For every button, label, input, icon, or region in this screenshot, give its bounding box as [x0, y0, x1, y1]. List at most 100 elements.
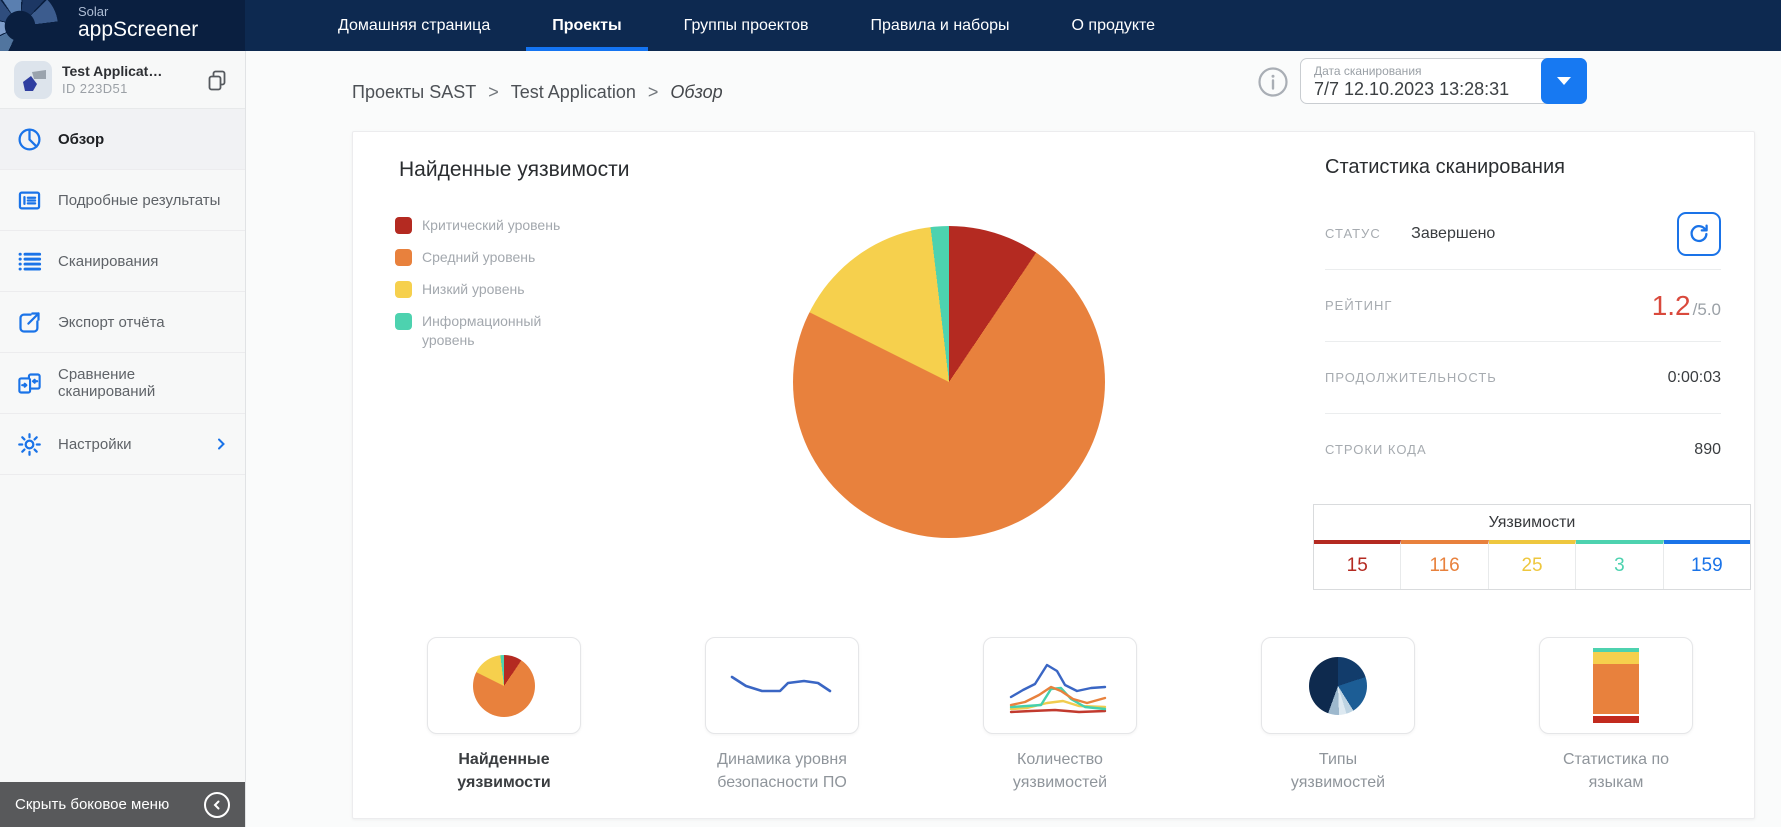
multiline-chart-thumbnail-icon — [1009, 663, 1107, 713]
legend-swatch-critical — [395, 217, 412, 234]
compare-scans-icon — [18, 372, 41, 394]
vuln-count-medium: 116 — [1401, 540, 1489, 589]
scan-date-label: Дата сканирования — [1314, 64, 1422, 78]
sidebar: Test Applicat… ID 223D51 Обзор Подробные… — [0, 51, 246, 827]
project-avatar — [14, 60, 52, 99]
legend-swatch-info — [395, 312, 412, 330]
thumbnail-found-vulnerabilities[interactable]: Найденные уязвимости — [427, 637, 581, 791]
thumbnail-card — [983, 637, 1137, 734]
stacked-bar-thumbnail-icon — [1593, 648, 1639, 723]
breadcrumb-separator: > — [488, 81, 499, 102]
vulnerabilities-table-title: Уязвимости — [1488, 514, 1576, 531]
rating: 1.2 /5.0 — [1652, 290, 1721, 322]
scan-stats-title: Статистика сканирования — [1325, 156, 1565, 178]
thumbnail-label: Статистика по языкам — [1562, 751, 1670, 792]
vulnerabilities-table-row: 15 116 25 3 159 — [1314, 540, 1751, 589]
nav-item-projects[interactable]: Проекты — [526, 0, 649, 51]
copy-icon — [208, 70, 226, 90]
export-report-icon — [19, 311, 40, 333]
lines-of-code-label: СТРОКИ КОДА — [1325, 442, 1427, 457]
status-left: СТАТУС Завершено — [1325, 225, 1495, 243]
rescan-button[interactable] — [1677, 211, 1721, 256]
duration-row: ПРОДОЛЖИТЕЛЬНОСТЬ 0:00:03 — [1325, 342, 1721, 414]
project-id: ID 223D51 — [62, 81, 128, 96]
nav-item-about[interactable]: О продукте — [1046, 0, 1182, 51]
settings-gear-icon — [18, 432, 41, 456]
refresh-icon — [1690, 223, 1708, 242]
thumbnail-language-statistics[interactable]: Статистика по языкам — [1539, 637, 1693, 791]
sidebar-item-compare-scans[interactable]: Сравнение сканирований — [0, 353, 245, 414]
vuln-count-critical: 15 — [1314, 540, 1402, 589]
vuln-count-info: 3 — [1576, 540, 1664, 589]
lines-of-code-row: СТРОКИ КОДА 890 — [1325, 414, 1721, 485]
pie-thumbnail-icon — [473, 654, 535, 717]
lines-of-code-value: 890 — [1694, 440, 1721, 458]
scan-stats: СТАТУС Завершено РЕЙТИНГ 1.2 /5.0 ПРОДОЛ… — [1325, 198, 1721, 485]
rating-label: РЕЙТИНГ — [1325, 298, 1393, 313]
thumbnail-label: Количество уязвимостей — [1012, 751, 1108, 792]
status-row: СТАТУС Завершено — [1325, 198, 1721, 270]
nav-item-rules-and-sets[interactable]: Правила и наборы — [845, 0, 1036, 51]
nav-item-project-groups[interactable]: Группы проектов — [658, 0, 835, 51]
breadcrumb-projects-sast[interactable]: Проекты SAST — [352, 82, 476, 103]
pie-legend: Критический уровень Средний уровень Низк… — [395, 216, 577, 362]
pie-chart-icon — [18, 127, 41, 151]
rating-value: 1.2 — [1651, 289, 1691, 321]
project-header: Test Applicat… ID 223D51 — [0, 51, 245, 109]
scan-date-dropdown-button[interactable] — [1541, 58, 1587, 104]
navy-pie-thumbnail-icon — [1309, 656, 1367, 715]
breadcrumb-separator: > — [647, 81, 659, 102]
thumbnail-vulnerability-count[interactable]: Количество уязвимостей — [983, 637, 1137, 791]
legend-item-info: Информационный уровень — [395, 312, 577, 350]
chevron-right-icon — [218, 438, 225, 450]
top-nav-menu: Домашняя страница Проекты Группы проекто… — [312, 0, 1181, 51]
info-button[interactable] — [1257, 66, 1289, 98]
duration-value: 0:00:03 — [1667, 368, 1721, 386]
sidebar-item-label: Сравнение сканирований — [58, 366, 156, 400]
thumbnail-label: Типы уязвимостей — [1290, 751, 1386, 792]
chart-thumbnails: Найденные уязвимости Динамика уровня безоп… — [427, 637, 1781, 791]
thumbnail-card — [427, 637, 581, 734]
caret-down-icon — [1557, 77, 1571, 85]
duration-label: ПРОДОЛЖИТЕЛЬНОСТЬ — [1325, 370, 1497, 385]
legend-swatch-medium — [395, 248, 412, 266]
sidebar-item-settings[interactable]: Настройки — [0, 414, 245, 475]
sidebar-item-export-report[interactable]: Экспорт отчёта — [0, 292, 245, 353]
logo-text: Solar appScreener — [78, 4, 199, 41]
legend-item-medium: Средний уровень — [395, 248, 577, 267]
project-name: Test Applicat… — [62, 63, 163, 79]
sidebar-item-overview[interactable]: Обзор — [0, 109, 245, 170]
scan-date-selector[interactable]: Дата сканирования 7/7 12.10.2023 13:28:3… — [1300, 58, 1587, 104]
info-icon — [1258, 67, 1288, 97]
logo-block[interactable]: Solar appScreener — [0, 0, 245, 51]
top-navigation-bar: Solar appScreener Домашняя страница Прое… — [0, 0, 1781, 51]
nav-item-home[interactable]: Домашняя страница — [312, 0, 516, 51]
sidebar-item-label: Сканирования — [58, 252, 159, 270]
breadcrumb: Проекты SAST > Test Application > Обзор — [352, 73, 723, 111]
sidebar-item-scans[interactable]: Сканирования — [0, 231, 245, 292]
chart-title: Найденные уязвимости — [399, 158, 630, 181]
solar-logo-icon — [0, 0, 58, 51]
detailed-results-icon — [18, 191, 41, 209]
overview-card: Найденные уязвимости Критический уровень… — [352, 131, 1755, 819]
main-area: Проекты SAST > Test Application > Обзор … — [245, 51, 1781, 827]
thumbnail-card — [1539, 637, 1693, 734]
legend-swatch-low — [395, 280, 412, 298]
vuln-count-total: 159 — [1663, 540, 1751, 589]
thumbnail-card — [705, 637, 859, 734]
thumbnail-label: Динамика уровня безопасности ПО — [717, 751, 847, 792]
breadcrumb-test-application[interactable]: Test Application — [511, 82, 636, 103]
vulnerabilities-pie-chart — [793, 226, 1105, 538]
sidebar-item-label: Подробные результаты — [58, 191, 221, 209]
copy-project-id-button[interactable] — [203, 66, 231, 94]
scans-list-icon — [18, 252, 42, 270]
sidebar-item-detailed-results[interactable]: Подробные результаты — [0, 170, 245, 231]
thumbnail-vulnerability-types[interactable]: Типы уязвимостей — [1261, 637, 1415, 791]
vuln-count-low: 25 — [1488, 540, 1577, 589]
thumbnail-security-level-dynamics[interactable]: Динамика уровня безопасности ПО — [705, 637, 859, 791]
sidebar-item-label: Настройки — [58, 435, 132, 453]
collapse-sidebar-button[interactable]: Скрыть боковое меню — [0, 782, 245, 827]
sidebar-item-label: Обзор — [58, 130, 105, 148]
breadcrumb-current-overview: Обзор — [670, 81, 723, 102]
project-meta: Test Applicat… ID 223D51 — [62, 63, 203, 96]
